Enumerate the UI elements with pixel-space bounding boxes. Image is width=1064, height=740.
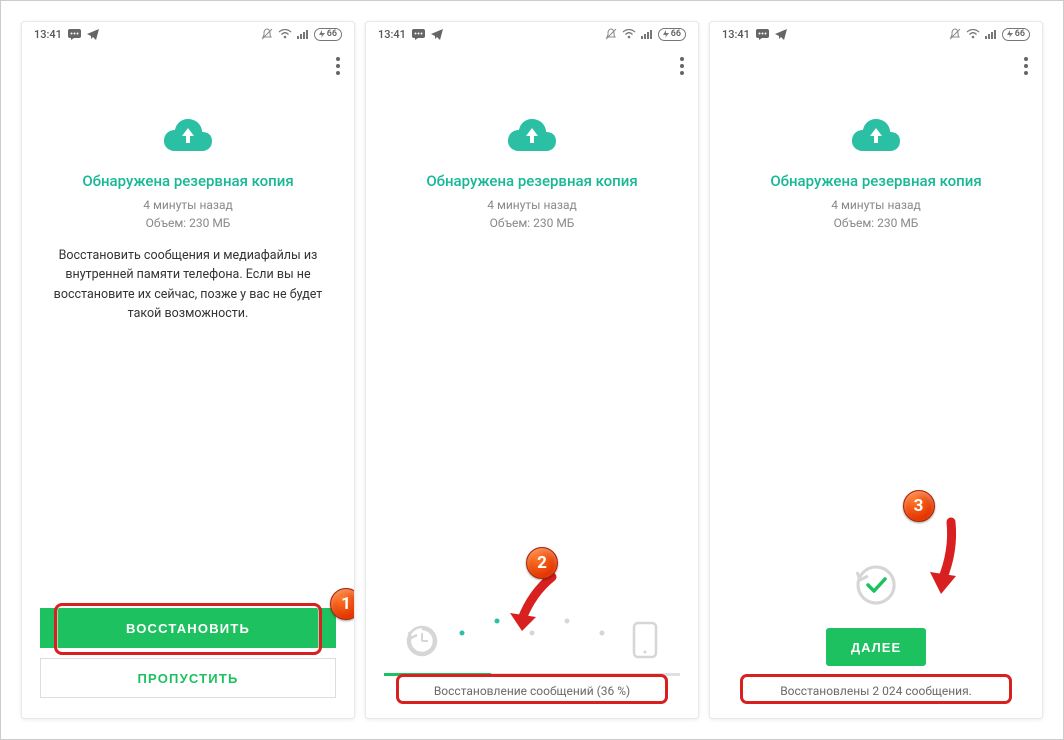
backup-time: 4 минуты назад <box>710 196 1042 214</box>
phone-screen-2: 13:41 66 <box>365 21 699 719</box>
backup-size: Объем: 230 МБ <box>22 214 354 232</box>
annotation-highlight-1 <box>54 603 322 655</box>
telegram-icon <box>431 29 443 40</box>
more-menu-icon[interactable] <box>680 57 684 75</box>
backup-size: Объем: 230 МБ <box>710 214 1042 232</box>
restore-complete-icon <box>854 563 898 611</box>
message-icon <box>412 29 425 40</box>
annotation-badge-2: 2 <box>526 547 558 579</box>
backup-found-title: Обнаружена резервная копия <box>366 172 698 190</box>
restore-description: Восстановить сообщения и медиафайлы из в… <box>22 246 354 324</box>
cloud-upload-icon <box>506 116 558 158</box>
backup-time: 4 минуты назад <box>366 196 698 214</box>
battery-indicator: 66 <box>1002 28 1030 41</box>
skip-button[interactable]: ПРОПУСТИТЬ <box>40 658 336 698</box>
cloud-upload-icon <box>850 116 902 158</box>
canvas: 13:41 66 <box>0 0 1064 740</box>
status-time: 13:41 <box>722 28 750 41</box>
battery-indicator: 66 <box>658 28 686 41</box>
status-bar: 13:41 66 <box>710 22 1042 46</box>
backup-found-title: Обнаружена резервная копия <box>710 172 1042 190</box>
more-menu-icon[interactable] <box>336 57 340 75</box>
status-time: 13:41 <box>378 28 406 41</box>
annotation-highlight-3 <box>740 674 1012 704</box>
annotation-highlight-2 <box>396 674 668 704</box>
status-bar: 13:41 66 <box>366 22 698 46</box>
message-icon <box>756 29 769 40</box>
signal-icon <box>641 29 653 39</box>
battery-indicator: 66 <box>314 28 342 41</box>
wifi-icon <box>622 29 636 39</box>
backup-time: 4 минуты назад <box>22 196 354 214</box>
backup-found-title: Обнаружена резервная копия <box>22 172 354 190</box>
message-icon <box>68 29 81 40</box>
dnd-icon <box>261 28 273 40</box>
more-menu-icon[interactable] <box>1024 57 1028 75</box>
telegram-icon <box>775 29 787 40</box>
annotation-badge-3: 3 <box>903 490 935 522</box>
dnd-icon <box>949 28 961 40</box>
telegram-icon <box>87 29 99 40</box>
dnd-icon <box>605 28 617 40</box>
status-bar: 13:41 66 <box>22 22 354 46</box>
wifi-icon <box>966 29 980 39</box>
annotation-arrow-3 <box>896 516 976 598</box>
signal-icon <box>297 29 309 39</box>
wifi-icon <box>278 29 292 39</box>
status-time: 13:41 <box>34 28 62 41</box>
annotation-arrow-2 <box>502 573 572 635</box>
annotation-badge-1: 1 <box>330 588 355 620</box>
backup-size: Объем: 230 МБ <box>366 214 698 232</box>
next-button[interactable]: ДАЛЕЕ <box>826 628 926 666</box>
phone-screen-3: 13:41 66 <box>709 21 1043 719</box>
phone-screen-1: 13:41 66 <box>21 21 355 719</box>
signal-icon <box>985 29 997 39</box>
cloud-upload-icon <box>162 116 214 158</box>
